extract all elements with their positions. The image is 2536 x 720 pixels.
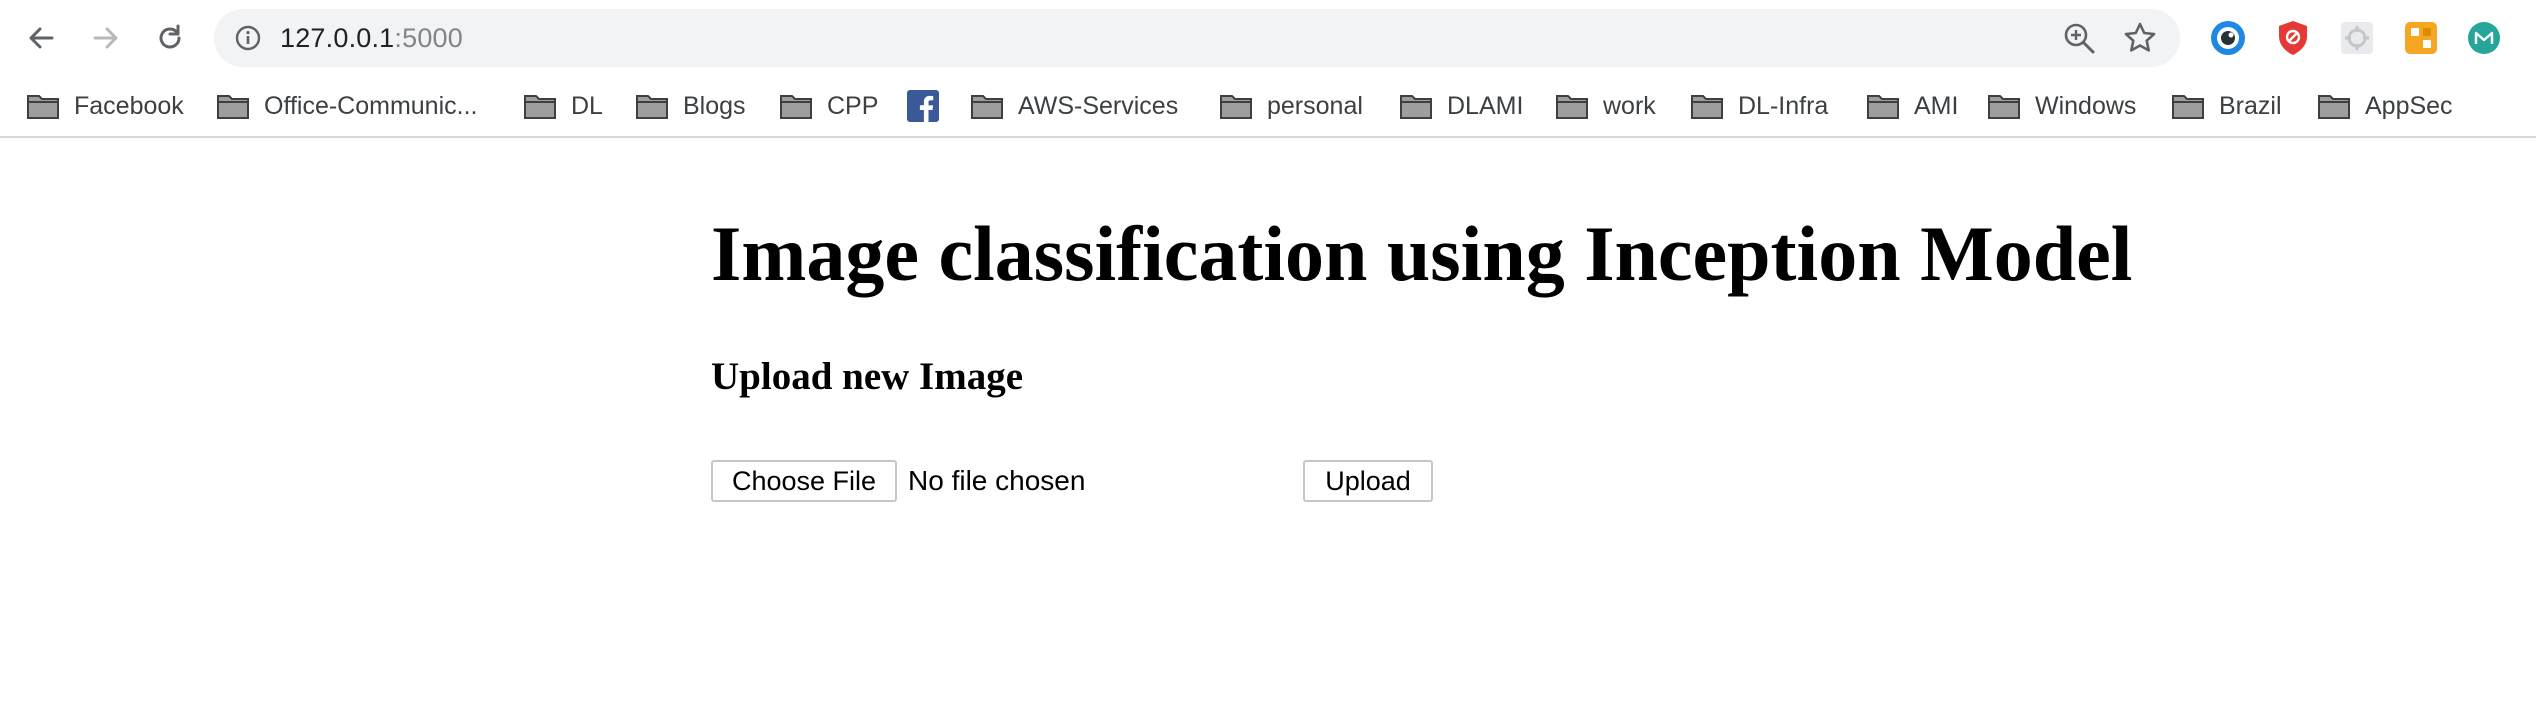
folder-icon bbox=[217, 95, 249, 119]
back-arrow-icon[interactable] bbox=[17, 14, 65, 62]
url-port: :5000 bbox=[394, 23, 463, 53]
address-bar[interactable]: 127.0.0.1:5000 bbox=[214, 9, 2180, 67]
extension-orange-grid-icon[interactable] bbox=[2401, 18, 2441, 58]
bookmark-windows-folder[interactable]: Windows bbox=[1987, 86, 2136, 126]
bookmark-label: DL-Infra bbox=[1738, 91, 1829, 120]
bookmark-cpp-folder[interactable]: CPP bbox=[779, 86, 878, 126]
bookmark-aws-services-folder[interactable]: AWS-Services bbox=[970, 86, 1178, 126]
bookmark-appsec-folder[interactable]: AppSec bbox=[2317, 86, 2453, 126]
bookmark-label: Brazil bbox=[2219, 91, 2282, 120]
bookmark-label: DL bbox=[571, 91, 603, 120]
bookmark-label: Blogs bbox=[683, 91, 746, 120]
choose-file-button[interactable]: Choose File bbox=[711, 460, 897, 502]
bookmark-personal-folder[interactable]: personal bbox=[1219, 86, 1363, 126]
bookmark-label: CPP bbox=[827, 91, 879, 120]
bookmark-ami-folder[interactable]: AMI bbox=[1866, 86, 1958, 126]
zoom-icon[interactable] bbox=[2062, 21, 2096, 55]
bookmark-dl-folder[interactable]: DL bbox=[523, 86, 603, 126]
bookmark-brazil-folder[interactable]: Brazil bbox=[2171, 86, 2282, 126]
folder-icon bbox=[2172, 95, 2204, 119]
bookmark-label: personal bbox=[1267, 91, 1363, 120]
forward-arrow-icon[interactable] bbox=[82, 14, 130, 62]
folder-icon bbox=[636, 95, 668, 119]
folder-icon bbox=[1691, 95, 1723, 119]
folder-icon bbox=[971, 95, 1003, 119]
bookmark-dlami-folder[interactable]: DLAMI bbox=[1399, 86, 1523, 126]
folder-icon bbox=[2318, 95, 2350, 119]
bookmark-dl-infra-folder[interactable]: DL-Infra bbox=[1690, 86, 1828, 126]
folder-icon bbox=[1556, 95, 1588, 119]
upload-button[interactable]: Upload bbox=[1303, 460, 1433, 502]
bookmark-label: work bbox=[1603, 91, 1656, 120]
info-icon[interactable] bbox=[234, 24, 262, 52]
extension-gray-gear-icon[interactable] bbox=[2337, 18, 2377, 58]
bookmark-label: DLAMI bbox=[1447, 91, 1524, 120]
extension-blue-eye-icon[interactable] bbox=[2208, 18, 2248, 58]
bookmark-blogs-folder[interactable]: Blogs bbox=[635, 86, 746, 126]
star-icon[interactable] bbox=[2122, 20, 2158, 56]
reload-icon[interactable] bbox=[146, 14, 194, 62]
folder-icon bbox=[27, 95, 59, 119]
bookmarks-bar: Facebook Office-Communic... DL Blogs CPP… bbox=[0, 78, 2536, 138]
bookmark-label: AWS-Services bbox=[1018, 91, 1179, 120]
bookmark-facebook-folder[interactable]: Facebook bbox=[26, 86, 184, 126]
browser-toolbar: 127.0.0.1:5000 bbox=[0, 0, 2536, 78]
extension-red-shield-icon[interactable] bbox=[2273, 18, 2313, 58]
bookmark-work-folder[interactable]: work bbox=[1555, 86, 1656, 126]
bookmark-label: AMI bbox=[1914, 91, 1959, 120]
url-host: 127.0.0.1 bbox=[280, 23, 395, 53]
file-status-text: No file chosen bbox=[908, 465, 1086, 496]
folder-icon bbox=[1867, 95, 1899, 119]
page-title: Image classification using Inception Mod… bbox=[711, 210, 2133, 297]
bookmark-office-communic-folder[interactable]: Office-Communic... bbox=[216, 86, 477, 126]
folder-icon bbox=[1220, 95, 1252, 119]
folder-icon bbox=[1400, 95, 1432, 119]
folder-icon bbox=[780, 95, 812, 119]
bookmark-label: Windows bbox=[2035, 91, 2137, 120]
bookmark-label: Facebook bbox=[74, 91, 184, 120]
bookmark-label: Office-Communic... bbox=[264, 91, 478, 120]
bookmark-label: AppSec bbox=[2365, 91, 2453, 120]
url-text[interactable]: 127.0.0.1:5000 bbox=[280, 23, 463, 53]
upload-section-title: Upload new Image bbox=[711, 355, 1024, 398]
folder-icon bbox=[1988, 95, 2020, 119]
bookmark-facebook-link[interactable] bbox=[907, 86, 939, 126]
facebook-icon bbox=[907, 90, 939, 122]
extension-green-m-icon[interactable] bbox=[2464, 18, 2504, 58]
folder-icon bbox=[524, 95, 556, 119]
